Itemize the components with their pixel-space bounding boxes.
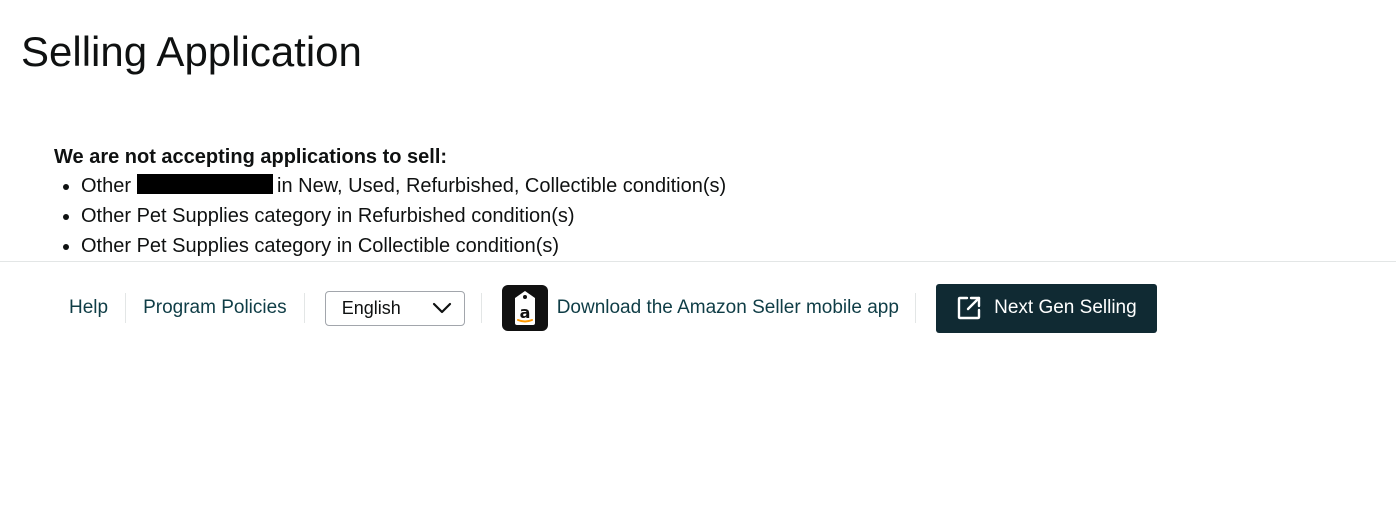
external-link-icon (956, 295, 982, 321)
help-link[interactable]: Help (52, 297, 125, 319)
list-item-suffix: in New, Used, Refurbished, Collectible c… (277, 175, 727, 197)
not-accepting-notice: We are not accepting applications to sel… (54, 143, 726, 261)
program-policies-link[interactable]: Program Policies (126, 297, 304, 319)
footer-divider (0, 261, 1396, 262)
redacted-category (137, 174, 274, 194)
page-title: Selling Application (21, 28, 362, 75)
language-selector-wrapper: English (305, 290, 481, 326)
seller-app-link-label: Download the Amazon Seller mobile app (556, 297, 899, 318)
next-gen-selling-label: Next Gen Selling (994, 297, 1137, 318)
language-selected-value: English (341, 297, 401, 318)
svg-text:a: a (519, 303, 530, 322)
list-item-prefix: Other (81, 175, 132, 197)
notice-heading: We are not accepting applications to sel… (54, 146, 448, 168)
next-gen-selling-button[interactable]: Next Gen Selling (935, 283, 1157, 333)
language-select[interactable]: English (324, 290, 465, 326)
list-item: Other Pet Supplies category in Refurbish… (81, 201, 726, 231)
list-item: Other in New, Used, Refurbished, Collecti… (81, 171, 726, 201)
list-item: Other Pet Supplies category in Collectib… (81, 231, 726, 261)
footer-bar: Help Program Policies English a Download… (52, 280, 1157, 336)
footer-separator (914, 293, 916, 323)
chevron-down-icon (432, 302, 452, 314)
amazon-seller-app-icon: a (501, 285, 548, 331)
notice-list: Other in New, Used, Refurbished, Collecti… (54, 171, 726, 261)
seller-app-download-link[interactable]: a Download the Amazon Seller mobile app (482, 285, 915, 331)
